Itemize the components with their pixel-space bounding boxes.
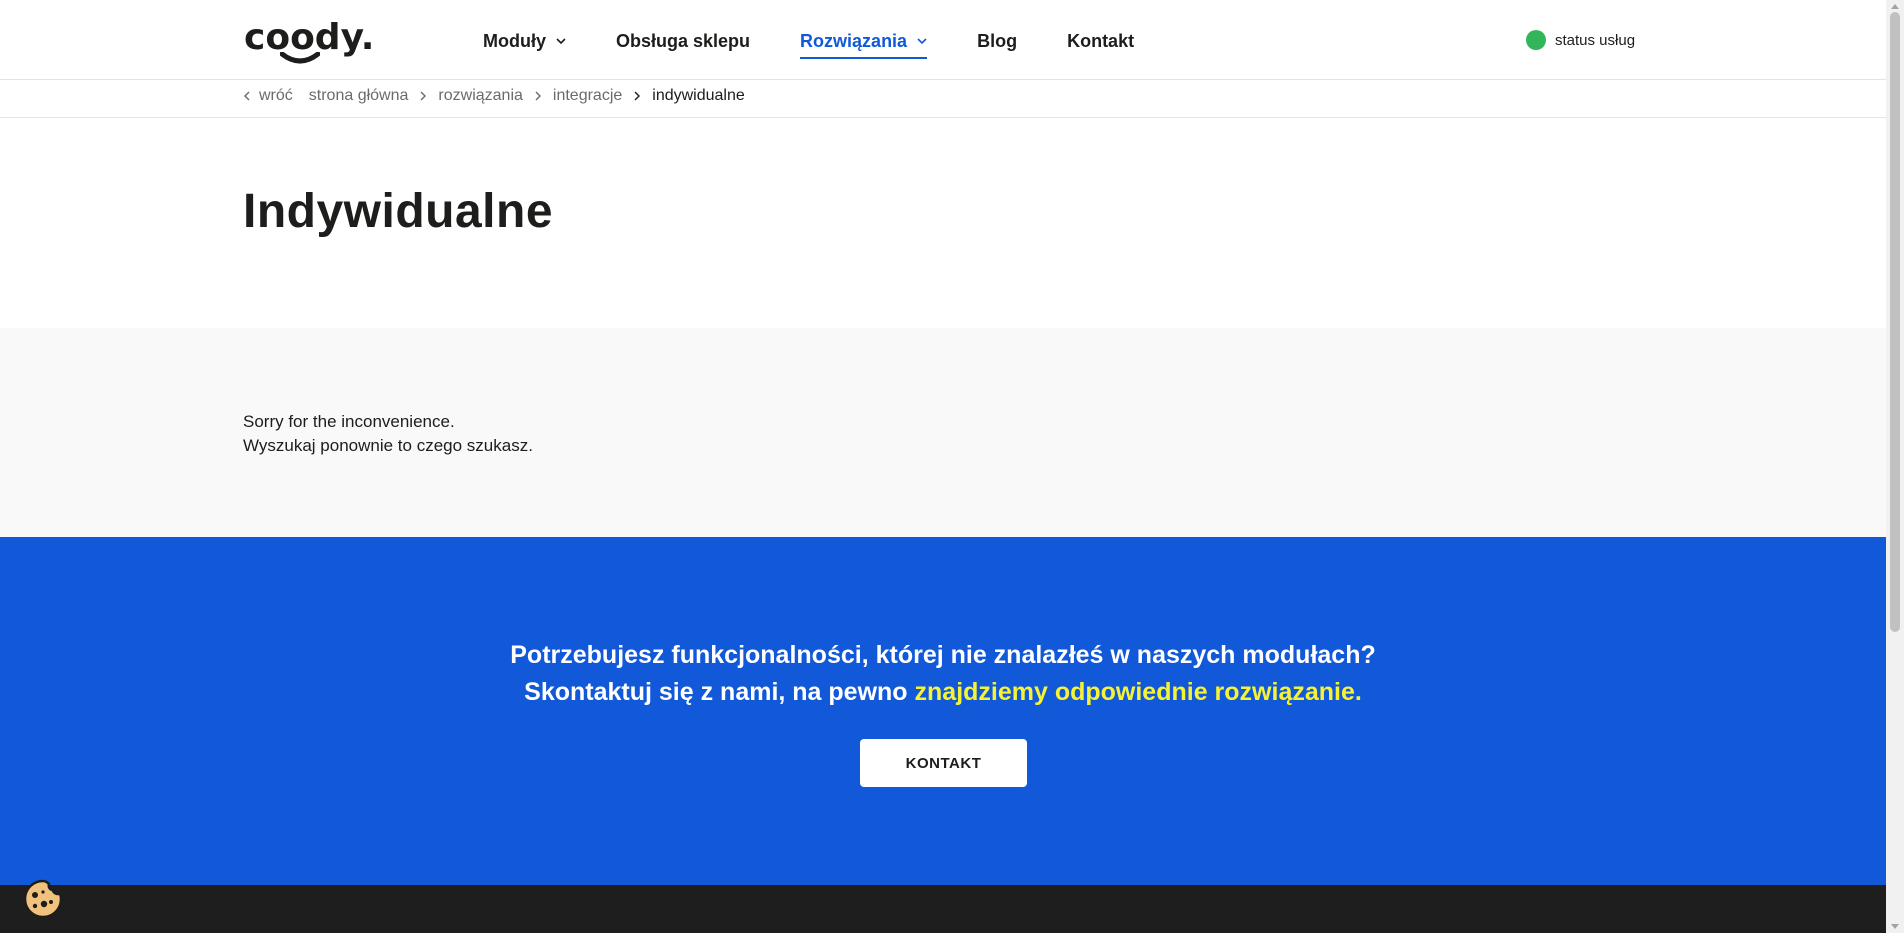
- nav-item-rozwiazania[interactable]: Rozwiązania: [800, 26, 928, 59]
- cta-line-2-prefix: Skontaktuj się z nami, na pewno: [524, 678, 915, 706]
- contact-button[interactable]: KONTAKT: [860, 739, 1027, 787]
- chevron-right-icon: [535, 91, 541, 101]
- breadcrumb-bar: wróć strona główna rozwiązania integracj…: [0, 80, 1886, 118]
- page-title: Indywidualne: [243, 185, 554, 238]
- nav-item-moduly[interactable]: Moduły: [483, 26, 566, 56]
- cookie-icon[interactable]: [22, 878, 64, 920]
- nav-item-obsluga-sklepu[interactable]: Obsługa sklepu: [616, 26, 750, 56]
- breadcrumb: wróć strona główna rozwiązania integracj…: [243, 87, 745, 105]
- cta-highlight: znajdziemy odpowiednie rozwiązanie.: [914, 678, 1362, 706]
- nav-item-label: Kontakt: [1067, 30, 1135, 51]
- breadcrumb-link-rozwiazania[interactable]: rozwiązania: [438, 87, 522, 105]
- chevron-down-icon: [556, 38, 566, 45]
- nav-item-kontakt[interactable]: Kontakt: [1067, 26, 1134, 56]
- main-nav: Moduły Obsługa sklepu Rozwiązania Blog K…: [483, 26, 1184, 59]
- page-scrollbar[interactable]: [1886, 0, 1904, 933]
- cta-text: Potrzebujesz funkcjonalności, której nie…: [0, 637, 1886, 711]
- breadcrumb-link-home[interactable]: strona główna: [309, 87, 409, 105]
- logo-smile: [280, 52, 320, 64]
- breadcrumb-current: indywidualne: [652, 87, 745, 104]
- contact-cta-section: Potrzebujesz funkcjonalności, której nie…: [0, 537, 1886, 885]
- scroll-up-icon[interactable]: [1891, 4, 1899, 9]
- site-header: coody. Moduły Obsługa sklepu Rozwiązania…: [0, 0, 1886, 80]
- message-line: Wyszukaj ponownie to czego szukasz.: [243, 436, 533, 455]
- site-footer: [0, 885, 1886, 933]
- message-section: Sorry for the inconvenience. Wyszukaj po…: [0, 328, 1886, 537]
- cta-line-2: Skontaktuj się z nami, na pewno znajdzie…: [0, 674, 1886, 711]
- chevron-left-icon: [244, 91, 250, 101]
- chevron-down-icon: [917, 38, 927, 45]
- cta-line-1: Potrzebujesz funkcjonalności, której nie…: [510, 641, 1376, 669]
- breadcrumb-link-integracje[interactable]: integracje: [553, 87, 622, 105]
- message-line: Sorry for the inconvenience.: [243, 412, 455, 431]
- nav-item-label: Obsługa sklepu: [616, 30, 751, 51]
- coody-logo[interactable]: coody.: [244, 18, 374, 64]
- service-status-link[interactable]: status usług: [1526, 30, 1635, 50]
- nav-item-label: Rozwiązania: [800, 30, 908, 51]
- nav-item-blog[interactable]: Blog: [977, 26, 1017, 56]
- status-label: status usług: [1555, 31, 1636, 49]
- nav-item-label: Moduły: [483, 30, 546, 51]
- status-indicator-icon: [1526, 30, 1546, 50]
- scroll-down-icon[interactable]: [1891, 924, 1899, 929]
- breadcrumb-back-link[interactable]: wróć: [259, 87, 293, 105]
- scrollbar-thumb[interactable]: [1890, 12, 1900, 632]
- not-found-message: Sorry for the inconvenience. Wyszukaj po…: [243, 410, 533, 458]
- nav-item-label: Blog: [977, 30, 1018, 51]
- chevron-right-icon: [420, 91, 427, 101]
- chevron-right-icon: [634, 91, 641, 101]
